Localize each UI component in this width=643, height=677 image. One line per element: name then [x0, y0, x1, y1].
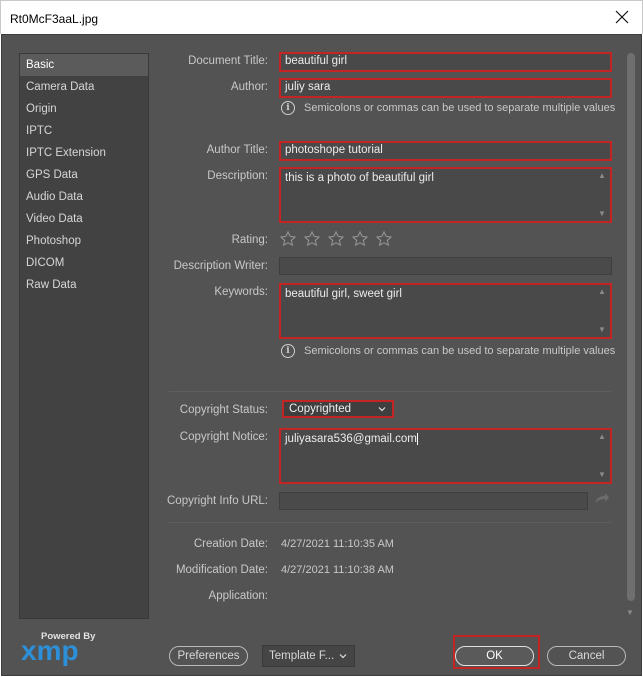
sidebar-item-video-data[interactable]: Video Data — [20, 208, 148, 230]
document-title-field[interactable]: beautiful girl — [279, 52, 612, 72]
template-dropdown-label: Template F... — [269, 650, 335, 662]
keywords-hint-text: Semicolons or commas can be used to sepa… — [304, 345, 616, 357]
section-divider — [169, 522, 611, 523]
copyright-status-value: Copyrighted — [289, 403, 352, 415]
cancel-button[interactable]: Cancel — [547, 646, 626, 666]
go-to-url-icon[interactable] — [594, 492, 610, 504]
description-writer-field[interactable] — [279, 257, 612, 275]
description-writer-label: Description Writer: — [173, 260, 268, 272]
section-divider — [169, 391, 611, 392]
application-label: Application: — [208, 590, 268, 602]
star-icon[interactable] — [375, 230, 393, 248]
author-label: Author: — [230, 81, 268, 93]
copyright-status-label: Copyright Status: — [179, 404, 268, 416]
chevron-down-icon — [378, 407, 386, 412]
scroll-up-icon[interactable]: ▲ — [597, 172, 607, 180]
form-scrollbar[interactable]: ▼ — [626, 53, 636, 619]
rating-label: Rating: — [231, 234, 268, 246]
copyright-url-label: Copyright Info URL: — [167, 495, 268, 507]
preferences-button[interactable]: Preferences — [169, 646, 248, 666]
document-title-label: Document Title: — [188, 55, 268, 67]
creation-date-value: 4/27/2021 11:10:35 AM — [281, 538, 394, 550]
scrollbar-thumb[interactable] — [627, 53, 635, 601]
sidebar-item-origin[interactable]: Origin — [20, 98, 148, 120]
scroll-down-icon[interactable]: ▼ — [626, 608, 634, 617]
close-icon[interactable] — [614, 9, 630, 25]
keywords-label: Keywords: — [214, 286, 268, 298]
description-field[interactable]: this is a photo of beautiful girl ▲ ▼ — [279, 167, 612, 223]
scroll-down-icon[interactable]: ▼ — [597, 210, 607, 218]
author-hint: i Semicolons or commas can be used to se… — [281, 101, 615, 115]
author-title-label: Author Title: — [206, 144, 268, 156]
copyright-notice-text: juliyasara536@gmail.com — [285, 433, 417, 446]
author-hint-text: Semicolons or commas can be used to sepa… — [304, 102, 616, 114]
sidebar-item-audio-data[interactable]: Audio Data — [20, 186, 148, 208]
xmp-branding: Powered By xmp — [21, 631, 111, 671]
copyright-notice-label: Copyright Notice: — [179, 431, 268, 443]
copyright-url-field[interactable] — [279, 492, 588, 510]
creation-date-label: Creation Date: — [193, 538, 268, 550]
chevron-down-icon — [339, 654, 347, 659]
scroll-up-icon[interactable]: ▲ — [597, 433, 607, 441]
copyright-notice-field[interactable]: juliyasara536@gmail.com ▲ ▼ — [279, 428, 612, 484]
scroll-down-icon[interactable]: ▼ — [597, 471, 607, 479]
dialog-body: Basic Camera Data Origin IPTC IPTC Exten… — [1, 34, 642, 676]
keywords-field[interactable]: beautiful girl, sweet girl ▲ ▼ — [279, 283, 612, 339]
sidebar-item-iptc[interactable]: IPTC — [20, 120, 148, 142]
author-title-field[interactable]: photoshope tutorial — [279, 141, 612, 161]
rating-stars — [279, 230, 393, 248]
keywords-hint: i Semicolons or commas can be used to se… — [281, 344, 615, 358]
info-icon: i — [281, 344, 295, 358]
text-cursor — [416, 433, 418, 445]
keywords-text: beautiful girl, sweet girl — [285, 288, 402, 300]
copyright-status-select[interactable]: Copyrighted — [282, 400, 394, 418]
window-title: Rt0McF3aaL.jpg — [10, 12, 99, 26]
star-icon[interactable] — [303, 230, 321, 248]
category-list: Basic Camera Data Origin IPTC IPTC Exten… — [19, 53, 149, 619]
description-label: Description: — [207, 170, 268, 182]
modification-date-label: Modification Date: — [175, 564, 268, 576]
info-icon: i — [281, 101, 295, 115]
scroll-down-icon[interactable]: ▼ — [597, 326, 607, 334]
title-bar: Rt0McF3aaL.jpg — [0, 0, 643, 34]
modification-date-value: 4/27/2021 11:10:38 AM — [281, 564, 394, 576]
template-folder-dropdown[interactable]: Template F... — [262, 645, 355, 667]
scroll-up-icon[interactable]: ▲ — [597, 288, 607, 296]
star-icon[interactable] — [351, 230, 369, 248]
description-text: this is a photo of beautiful girl — [285, 172, 434, 184]
star-icon[interactable] — [327, 230, 345, 248]
ok-button[interactable]: OK — [455, 646, 534, 666]
star-icon[interactable] — [279, 230, 297, 248]
author-field[interactable]: juliy sara — [279, 78, 612, 98]
xmp-logo: xmp — [21, 635, 79, 666]
